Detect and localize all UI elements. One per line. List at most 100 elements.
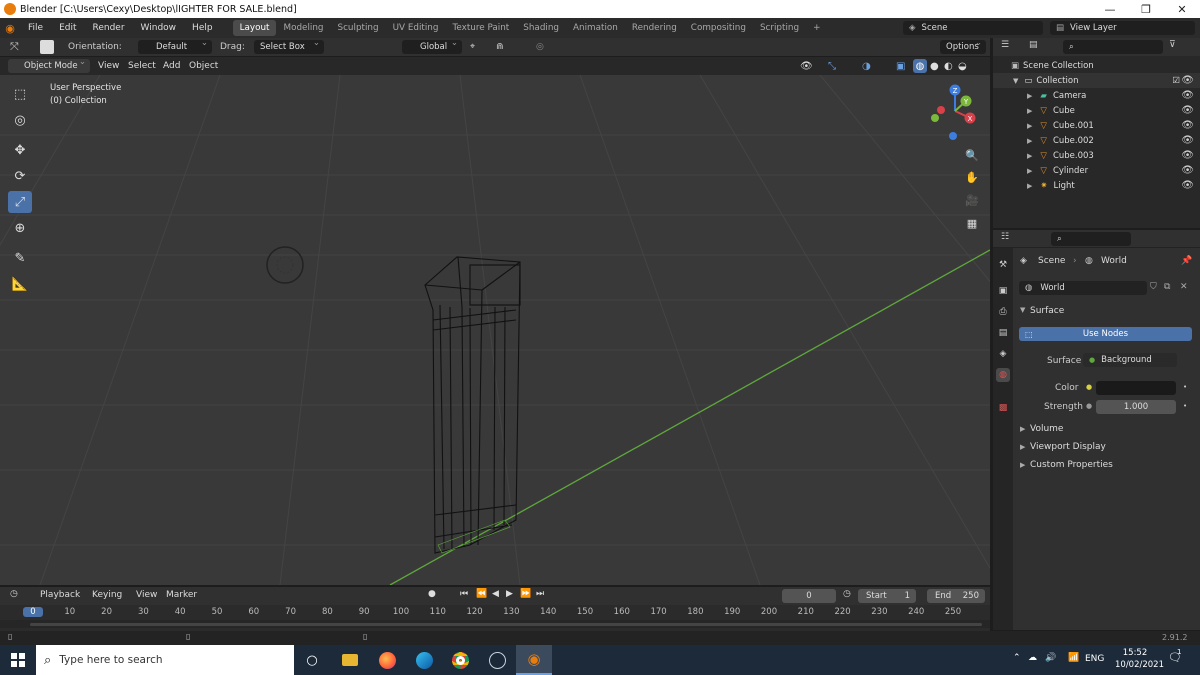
3d-viewport[interactable]: User Perspective (0) Collection ⬚ ◎ ✥ ⟳ … — [0, 75, 990, 585]
timeline-scrollbar[interactable] — [30, 623, 982, 626]
outliner-item-camera[interactable]: ▶ ▰ Camera 👁 — [993, 88, 1200, 103]
viewport-menu-add[interactable]: Add — [163, 61, 180, 71]
task-view-button[interactable]: ○ — [294, 645, 330, 675]
maximize-button[interactable]: ❐ — [1128, 0, 1164, 18]
color-swatch[interactable] — [1096, 381, 1176, 395]
custom-properties-panel-header[interactable]: Custom Properties — [1030, 460, 1113, 470]
tab-compositing[interactable]: Compositing — [684, 20, 753, 36]
pin-icon[interactable]: 📌 — [1181, 256, 1192, 266]
select-box-tool-icon[interactable] — [40, 40, 54, 54]
collection-visibility-icon[interactable]: 👁 — [1181, 75, 1194, 86]
world-tab-icon[interactable]: ◍ — [996, 368, 1010, 382]
view-layer-tab-icon[interactable]: ▤ — [996, 326, 1010, 340]
tab-sculpting[interactable]: Sculpting — [331, 20, 386, 36]
surface-panel-arrow-icon[interactable]: ▼ — [1020, 306, 1025, 314]
editor-type-icon[interactable]: ⤧ — [10, 40, 19, 54]
clock[interactable]: 15:52 10/02/2021 — [1115, 648, 1164, 670]
annotate-tool-button[interactable]: ✎ — [8, 247, 32, 269]
snap-icon[interactable]: ⋒ — [496, 42, 504, 52]
jump-keyframe-back-icon[interactable]: ⏪ — [476, 589, 487, 599]
language-indicator[interactable]: ENG — [1085, 654, 1104, 664]
gizmo-toggle-icon[interactable]: ⤡ — [828, 61, 836, 72]
viewport-menu-view[interactable]: View — [98, 61, 119, 71]
proportional-edit-icon[interactable]: ◎ — [536, 42, 544, 52]
overlay-toggle-icon[interactable]: ◑ — [862, 61, 871, 72]
expand-arrow-icon[interactable]: ▶ — [1027, 152, 1032, 160]
visibility-eye-icon[interactable]: 👁 — [1181, 165, 1194, 176]
orientation-dropdown[interactable]: Default — [138, 38, 212, 54]
current-frame-field[interactable]: 0 — [782, 589, 836, 603]
zoom-button[interactable]: 🔍 — [962, 145, 982, 165]
jump-keyframe-forward-icon[interactable]: ⏩ — [520, 589, 531, 599]
blender-taskbar-button[interactable]: ◉ — [516, 645, 552, 675]
auto-keying-icon[interactable]: ● — [428, 589, 436, 599]
tab-layout[interactable]: Layout — [232, 20, 277, 36]
strength-keyframe-icon[interactable]: • — [1183, 402, 1187, 410]
move-tool-button[interactable]: ✥ — [8, 139, 32, 161]
visibility-eye-icon[interactable]: 👁 — [1181, 135, 1194, 146]
scene-selector[interactable]: ◈ Scene — [903, 21, 1043, 35]
texture-tab-icon[interactable]: ▩ — [996, 401, 1010, 415]
outliner-item-cube-001[interactable]: ▶ ▽ Cube.001 👁 — [993, 118, 1200, 133]
surface-shader-field[interactable]: ● Background — [1083, 353, 1177, 367]
outliner-item-cylinder[interactable]: ▶ ▽ Cylinder 👁 — [993, 163, 1200, 178]
display-mode-icon[interactable]: ▤ — [1029, 40, 1038, 50]
tab-modeling[interactable]: Modeling — [276, 20, 330, 36]
outliner-editor-icon[interactable]: ☰ — [1001, 40, 1009, 50]
expand-arrow-icon[interactable]: ▶ — [1027, 137, 1032, 145]
transform-orientation-dropdown[interactable]: Global — [402, 38, 462, 54]
timeline-menu-keying[interactable]: Keying — [92, 590, 122, 600]
fake-user-icon[interactable]: ⛉ — [1150, 282, 1157, 292]
outliner-item-cube-003[interactable]: ▶ ▽ Cube.003 👁 — [993, 148, 1200, 163]
camera-view-button[interactable]: 🎥 — [962, 190, 982, 210]
view-layer-selector[interactable]: ▤ View Layer — [1050, 21, 1195, 35]
steam-button[interactable] — [479, 645, 515, 675]
menu-render[interactable]: Render — [85, 23, 133, 33]
ortho-toggle-button[interactable]: ▦ — [962, 213, 982, 233]
strength-value-field[interactable]: 1.000 — [1096, 400, 1176, 414]
visibility-eye-icon[interactable]: 👁 — [1181, 90, 1194, 101]
custom-properties-arrow-icon[interactable]: ▶ — [1020, 461, 1025, 469]
tray-chevron-icon[interactable]: ⌃ — [1013, 653, 1021, 663]
outliner-item-cube-002[interactable]: ▶ ▽ Cube.002 👁 — [993, 133, 1200, 148]
menu-help[interactable]: Help — [184, 23, 221, 33]
outliner-scene-collection[interactable]: ▣ Scene Collection — [993, 58, 1200, 73]
lighter-wireframe-mesh[interactable] — [0, 75, 990, 585]
timeline-menu-view[interactable]: View — [136, 590, 157, 600]
render-tab-icon[interactable]: ▣ — [996, 284, 1010, 298]
outliner-search-input[interactable]: ⌕ — [1063, 40, 1163, 54]
rendered-shading-icon[interactable]: ◒ — [958, 61, 967, 72]
expand-arrow-icon[interactable]: ▶ — [1027, 167, 1032, 175]
tab-rendering[interactable]: Rendering — [625, 20, 684, 36]
duplicate-icon[interactable]: ⧉ — [1164, 282, 1170, 292]
properties-editor-icon[interactable]: ☷ — [1001, 232, 1009, 242]
tab-texture-paint[interactable]: Texture Paint — [445, 20, 516, 36]
menu-edit[interactable]: Edit — [51, 23, 84, 33]
add-workspace-button[interactable]: + — [806, 20, 827, 36]
select-tool-button[interactable]: ⬚ — [8, 83, 32, 105]
timeline-ruler[interactable]: 0 10 20 30 40 50 60 70 80 90 100 110 120 130 140 150 160… — [0, 606, 990, 628]
pivot-icon[interactable]: ⌖ — [470, 42, 475, 52]
network-tray-icon[interactable]: ☁ — [1028, 653, 1037, 663]
outliner-collection-row[interactable]: ▼ ▭ Collection ☑ 👁 — [993, 73, 1200, 88]
unlink-icon[interactable]: ✕ — [1180, 282, 1188, 292]
close-window-button[interactable]: ✕ — [1164, 0, 1200, 18]
cursor-tool-button[interactable]: ◎ — [8, 109, 32, 131]
drag-dropdown[interactable]: Select Box — [254, 38, 324, 54]
expand-arrow-icon[interactable]: ▶ — [1027, 182, 1032, 190]
visibility-eye-icon[interactable]: 👁 — [1181, 120, 1194, 131]
jump-end-icon[interactable]: ⏭ — [536, 589, 544, 599]
viewport-display-panel-header[interactable]: Viewport Display — [1030, 442, 1106, 452]
visibility-eye-icon[interactable]: 👁 — [800, 61, 813, 72]
collection-checkbox[interactable]: ☑ — [1172, 76, 1180, 86]
volume-tray-icon[interactable]: 🔊 — [1045, 653, 1056, 663]
menu-file[interactable]: File — [20, 23, 51, 33]
firefox-button[interactable] — [369, 645, 405, 675]
outliner-item-cube[interactable]: ▶ ▽ Cube 👁 — [993, 103, 1200, 118]
timeline-scrubber[interactable] — [0, 620, 990, 628]
navigation-gizmo[interactable]: Z X Y — [925, 81, 985, 141]
expand-arrow-icon[interactable]: ▶ — [1027, 122, 1032, 130]
expand-arrow-icon[interactable]: ▶ — [1027, 92, 1032, 100]
scene-tab-icon[interactable]: ◈ — [996, 347, 1010, 361]
start-frame-field[interactable]: Start 1 — [858, 589, 916, 603]
